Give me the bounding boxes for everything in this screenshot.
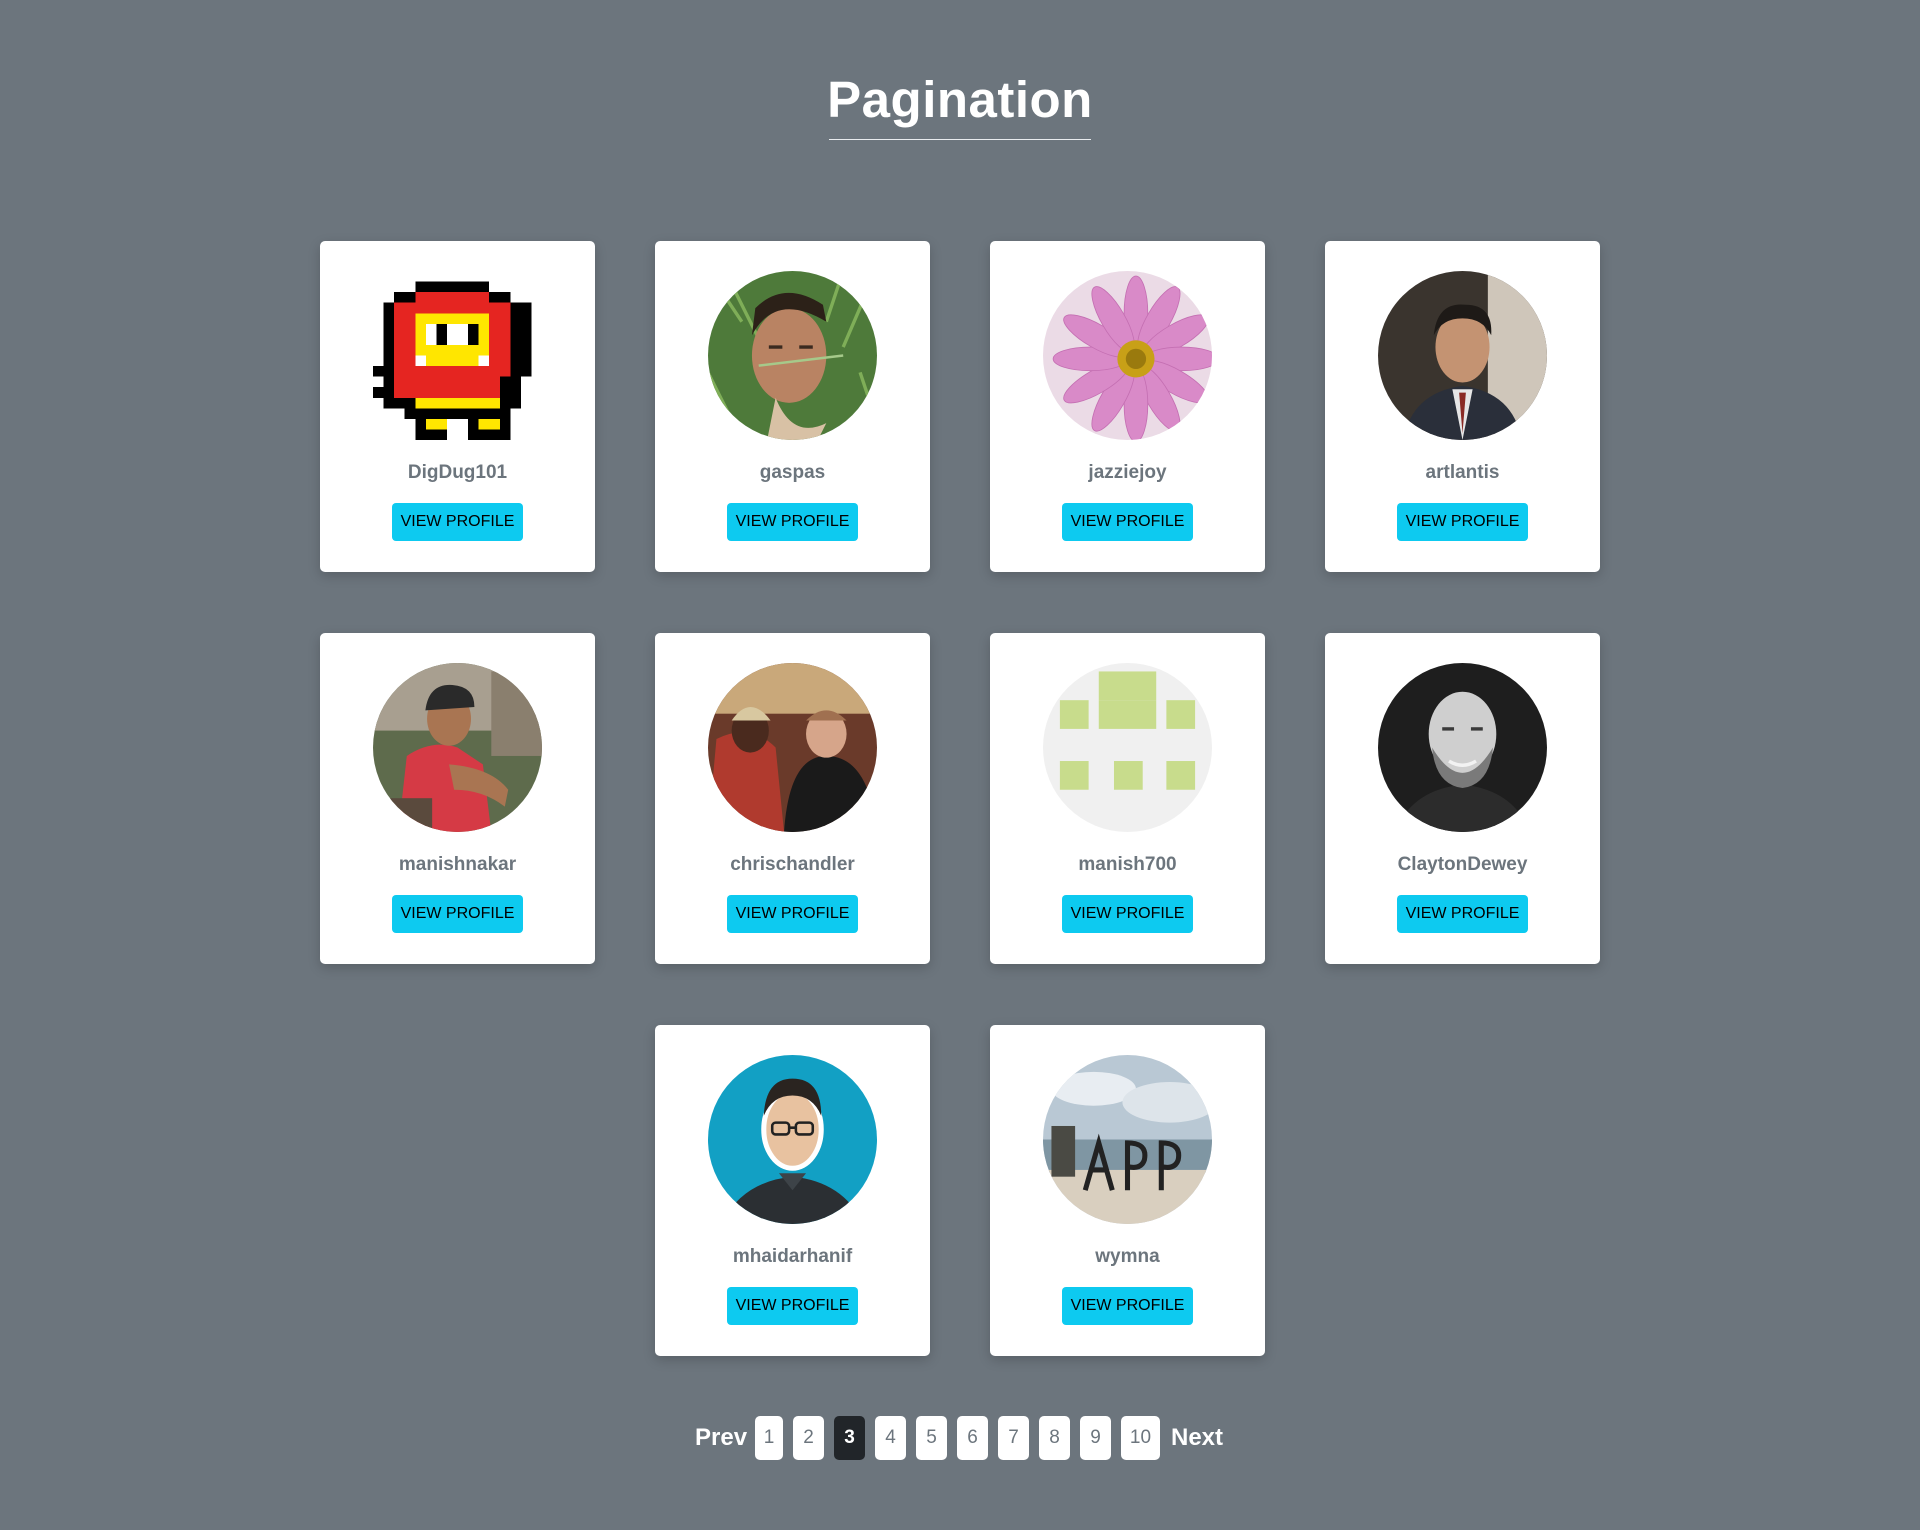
man-in-grass-photo-icon: [708, 271, 877, 440]
page-3-button[interactable]: 3: [834, 1416, 865, 1460]
view-profile-button[interactable]: VIEW PROFILE: [1397, 895, 1528, 933]
page-title: Pagination: [827, 71, 1093, 128]
profile-card: artlantis VIEW PROFILE: [1325, 241, 1600, 572]
title-underline: [829, 139, 1091, 140]
page-8-button[interactable]: 8: [1039, 1416, 1070, 1460]
profile-username: artlantis: [1425, 462, 1500, 483]
man-in-suit-photo-icon: [1378, 271, 1547, 440]
page-4-button[interactable]: 4: [875, 1416, 906, 1460]
view-profile-button[interactable]: VIEW PROFILE: [727, 1287, 858, 1325]
profile-username: manish700: [1078, 854, 1177, 875]
prev-button[interactable]: Prev: [695, 1416, 747, 1460]
page-5-button[interactable]: 5: [916, 1416, 947, 1460]
profile-username: chrischandler: [730, 854, 855, 875]
pink-flower-photo-icon: [1043, 271, 1212, 440]
profile-card: manish700 VIEW PROFILE: [990, 633, 1265, 964]
profile-username: manishnakar: [398, 854, 517, 875]
view-profile-button[interactable]: VIEW PROFILE: [1397, 503, 1528, 541]
pixel-character-avatar-icon: [373, 271, 542, 440]
view-profile-button[interactable]: VIEW PROFILE: [727, 503, 858, 541]
profile-card: jazziejoy VIEW PROFILE: [990, 241, 1265, 572]
profile-username: jazziejoy: [1088, 462, 1167, 483]
profile-username: gaspas: [759, 462, 826, 483]
profile-username: DigDug101: [407, 462, 508, 483]
page-9-button[interactable]: 9: [1080, 1416, 1111, 1460]
view-profile-button[interactable]: VIEW PROFILE: [727, 895, 858, 933]
two-men-photo-icon: [708, 663, 877, 832]
profile-card: gaspas VIEW PROFILE: [655, 241, 930, 572]
next-button[interactable]: Next: [1171, 1416, 1223, 1460]
page-10-button[interactable]: 10: [1121, 1416, 1160, 1460]
profile-username: ClaytonDewey: [1397, 854, 1528, 875]
profile-card: DigDug101 VIEW PROFILE: [320, 241, 595, 572]
page-7-button[interactable]: 7: [998, 1416, 1029, 1460]
profile-username: mhaidarhanif: [732, 1246, 853, 1267]
bald-bearded-man-photo-icon: [1378, 663, 1547, 832]
view-profile-button[interactable]: VIEW PROFILE: [392, 895, 523, 933]
page-1-button[interactable]: 1: [755, 1416, 783, 1460]
pagination: Prev 1 2 3 4 5 6 7 8 9 10 Next: [0, 1416, 1920, 1460]
profile-card: chrischandler VIEW PROFILE: [655, 633, 930, 964]
man-in-red-vest-photo-icon: [373, 663, 542, 832]
page-2-button[interactable]: 2: [793, 1416, 824, 1460]
beach-photo-icon: [1043, 1055, 1212, 1224]
profile-username: wymna: [1095, 1246, 1160, 1267]
view-profile-button[interactable]: VIEW PROFILE: [1062, 1287, 1193, 1325]
profile-card: wymna VIEW PROFILE: [990, 1025, 1265, 1356]
identicon-avatar-icon: [1043, 663, 1212, 832]
profile-card: mhaidarhanif VIEW PROFILE: [655, 1025, 930, 1356]
view-profile-button[interactable]: VIEW PROFILE: [1062, 895, 1193, 933]
view-profile-button[interactable]: VIEW PROFILE: [392, 503, 523, 541]
profile-card: manishnakar VIEW PROFILE: [320, 633, 595, 964]
view-profile-button[interactable]: VIEW PROFILE: [1062, 503, 1193, 541]
page-6-button[interactable]: 6: [957, 1416, 988, 1460]
man-with-glasses-photo-icon: [708, 1055, 877, 1224]
profile-card: ClaytonDewey VIEW PROFILE: [1325, 633, 1600, 964]
